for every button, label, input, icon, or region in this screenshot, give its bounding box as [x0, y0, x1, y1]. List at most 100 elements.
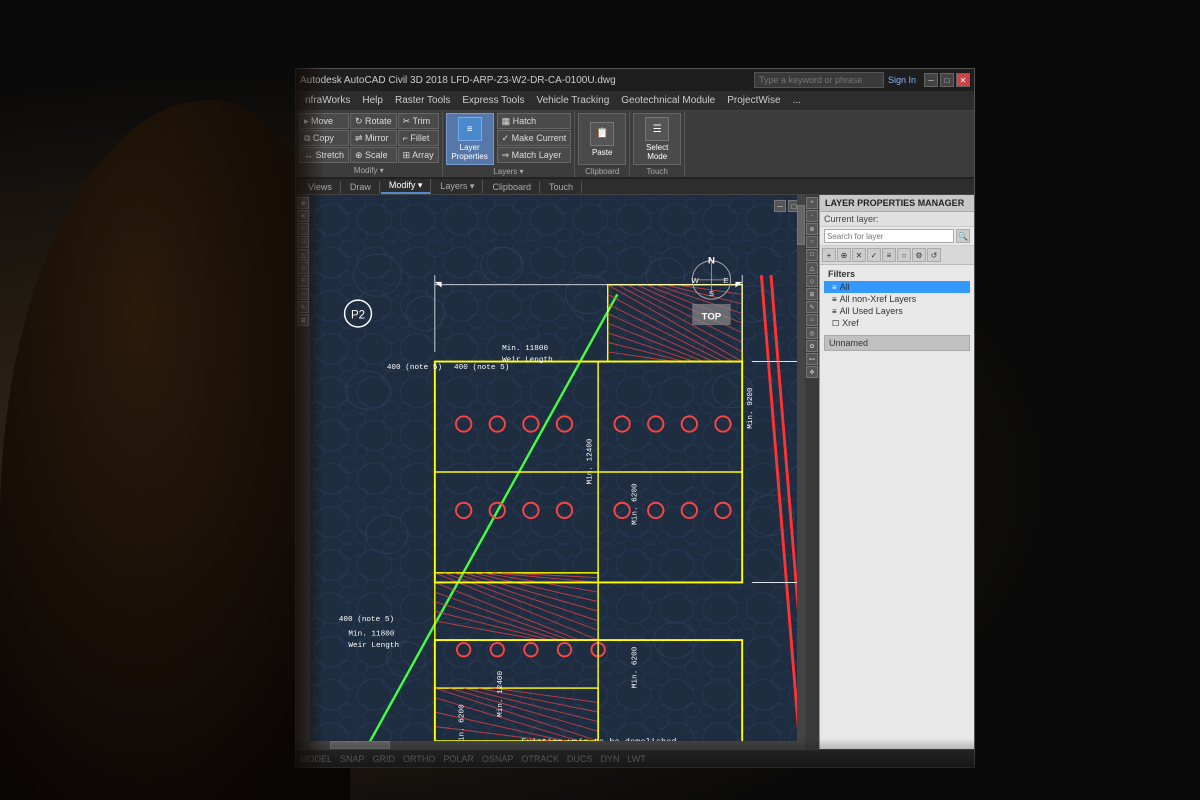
vp-tool-5[interactable]: □ — [806, 249, 818, 261]
layer-panel-title: LAYER PROPERTIES MANAGER — [820, 195, 974, 212]
tool-3[interactable]: ○ — [297, 223, 309, 235]
status-ducs[interactable]: DUCS — [567, 754, 593, 764]
scroll-thumb-h[interactable] — [330, 741, 390, 749]
tab-modify[interactable]: Modify ▾ — [381, 179, 432, 194]
vp-tool-4[interactable]: ○ — [806, 236, 818, 248]
cad-viewport[interactable]: P2 TOP N S E W 400 (note 5) 400 (note 5) — [310, 195, 819, 749]
refresh-btn[interactable]: ↺ — [927, 248, 941, 262]
tab-draw[interactable]: Draw — [342, 181, 380, 193]
tab-views[interactable]: Views — [300, 181, 341, 193]
minimize-button[interactable]: ─ — [924, 73, 938, 87]
status-grid[interactable]: GRID — [373, 754, 396, 764]
filter-xref[interactable]: ☐ Xref — [824, 317, 970, 329]
tool-4[interactable]: □ — [297, 236, 309, 248]
match-layer-button[interactable]: ⇒ Match Layer — [497, 147, 572, 163]
menu-vehicle-tracking[interactable]: Vehicle Tracking — [531, 93, 614, 108]
layer-search-btn[interactable]: 🔍 — [956, 229, 970, 243]
move-button[interactable]: ▸ Move — [299, 113, 349, 129]
layer-settings-btn[interactable]: ⚙ — [912, 248, 926, 262]
vp-tool-1[interactable]: + — [806, 197, 818, 209]
status-snap[interactable]: SNAP — [340, 754, 365, 764]
scroll-thumb-v[interactable] — [797, 205, 805, 245]
vp-tool-6[interactable]: △ — [806, 262, 818, 274]
status-model[interactable]: MODEL — [300, 754, 332, 764]
tool-10[interactable]: ⊞ — [297, 314, 309, 326]
vp-tool-7[interactable]: ◇ — [806, 275, 818, 287]
sign-in-link[interactable]: Sign In — [888, 75, 916, 85]
stretch-button[interactable]: ↔ Stretch — [299, 147, 349, 163]
select-mode-label: SelectMode — [646, 143, 668, 161]
vp-tool-13[interactable]: ⊷ — [806, 353, 818, 365]
layer-search-input[interactable] — [824, 229, 954, 243]
vp-tool-9[interactable]: ✎ — [806, 301, 818, 313]
status-ortho[interactable]: ORTHO — [403, 754, 435, 764]
tool-2[interactable]: ✕ — [297, 210, 309, 222]
menu-geotechnical[interactable]: Geotechnical Module — [616, 93, 720, 108]
tool-6[interactable]: ◇ — [297, 262, 309, 274]
layer-properties-button[interactable]: ≡ LayerProperties — [446, 113, 494, 165]
vp-tool-8[interactable]: ⊞ — [806, 288, 818, 300]
tool-9[interactable]: ✎ — [297, 301, 309, 313]
fillet-button[interactable]: ⌐ Fillet — [398, 130, 439, 146]
array-button[interactable]: ⊞ Array — [398, 147, 439, 163]
rotate-button[interactable]: ↻ Rotate — [350, 113, 397, 129]
status-osnap[interactable]: OSNAP — [482, 754, 514, 764]
trim-button[interactable]: ✂ Trim — [398, 113, 439, 129]
viewport-minimize[interactable]: ─ — [774, 200, 786, 212]
svg-text:400 (note 5): 400 (note 5) — [454, 364, 509, 372]
paste-button[interactable]: 📋 Paste — [578, 113, 626, 165]
tool-1[interactable]: ⊕ — [297, 197, 309, 209]
vp-tool-14[interactable]: ❖ — [806, 366, 818, 378]
unnamed-layer-display[interactable]: Unnamed — [824, 335, 970, 351]
tool-8[interactable]: ⌂ — [297, 288, 309, 300]
copy-button[interactable]: ⧉ Copy — [299, 130, 349, 146]
mirror-button[interactable]: ⇌ Mirror — [350, 130, 397, 146]
tool-7[interactable]: ≡ — [297, 275, 309, 287]
svg-text:Min. 6200: Min. 6200 — [632, 483, 640, 525]
vertical-scrollbar[interactable] — [797, 195, 805, 749]
filter-used[interactable]: ≡ All Used Layers — [824, 305, 970, 317]
menu-raster-tools[interactable]: Raster Tools — [390, 93, 455, 108]
status-dyn[interactable]: DYN — [600, 754, 619, 764]
vp-tool-3[interactable]: ⊕ — [806, 223, 818, 235]
vp-tool-11[interactable]: ◎ — [806, 327, 818, 339]
horizontal-scrollbar[interactable] — [310, 741, 797, 749]
filter-xref-icon: ☐ — [832, 319, 839, 328]
tab-clipboard[interactable]: Clipboard — [484, 181, 540, 193]
menu-projectwise[interactable]: ProjectWise — [722, 93, 785, 108]
vp-tool-10[interactable]: ⌂ — [806, 314, 818, 326]
make-current-button[interactable]: ✓ Make Current — [497, 130, 572, 146]
delete-layer-btn[interactable]: ✕ — [852, 248, 866, 262]
svg-text:Min. 11800: Min. 11800 — [348, 630, 394, 638]
layer-states-btn[interactable]: ○ — [897, 248, 911, 262]
scale-button[interactable]: ⊕ Scale — [350, 147, 397, 163]
menu-help[interactable]: Help — [357, 93, 388, 108]
status-otrack[interactable]: OTRACK — [521, 754, 559, 764]
new-layer-btn[interactable]: + — [822, 248, 836, 262]
filter-non-xref[interactable]: ≡ All non-Xref Layers — [824, 293, 970, 305]
set-current-btn[interactable]: ✓ — [867, 248, 881, 262]
menu-infraworks[interactable]: nfraWorks — [300, 93, 355, 108]
close-button[interactable]: ✕ — [956, 73, 970, 87]
clipboard-group-label: Clipboard — [578, 165, 626, 176]
new-vp-layer-btn[interactable]: ⊕ — [837, 248, 851, 262]
filter-all-icon: ≡ — [832, 283, 837, 292]
touch-tools: ☰ SelectMode — [633, 113, 681, 165]
tab-layers[interactable]: Layers ▾ — [432, 180, 483, 193]
maximize-button[interactable]: □ — [940, 73, 954, 87]
filter-all[interactable]: ≡ All — [824, 281, 970, 293]
menu-express-tools[interactable]: Express Tools — [457, 93, 529, 108]
status-polar[interactable]: POLAR — [443, 754, 474, 764]
tool-5[interactable]: △ — [297, 249, 309, 261]
menu-more[interactable]: ... — [788, 93, 806, 108]
tab-touch[interactable]: Touch — [541, 181, 582, 193]
filter-non-xref-label: All non-Xref Layers — [840, 294, 917, 304]
search-input[interactable] — [754, 72, 884, 88]
ribbon-tools-draw: ▸ Move ⧉ Copy ↔ Stretch ↻ Rotate ⇌ Mirro… — [299, 113, 439, 163]
status-lwt[interactable]: LWT — [627, 754, 645, 764]
hatch-button[interactable]: ▦ Hatch — [497, 113, 572, 129]
layer-props-btn[interactable]: ≡ — [882, 248, 896, 262]
vp-tool-12[interactable]: ✿ — [806, 340, 818, 352]
vp-tool-2[interactable]: - — [806, 210, 818, 222]
select-mode-button[interactable]: ☰ SelectMode — [633, 113, 681, 165]
